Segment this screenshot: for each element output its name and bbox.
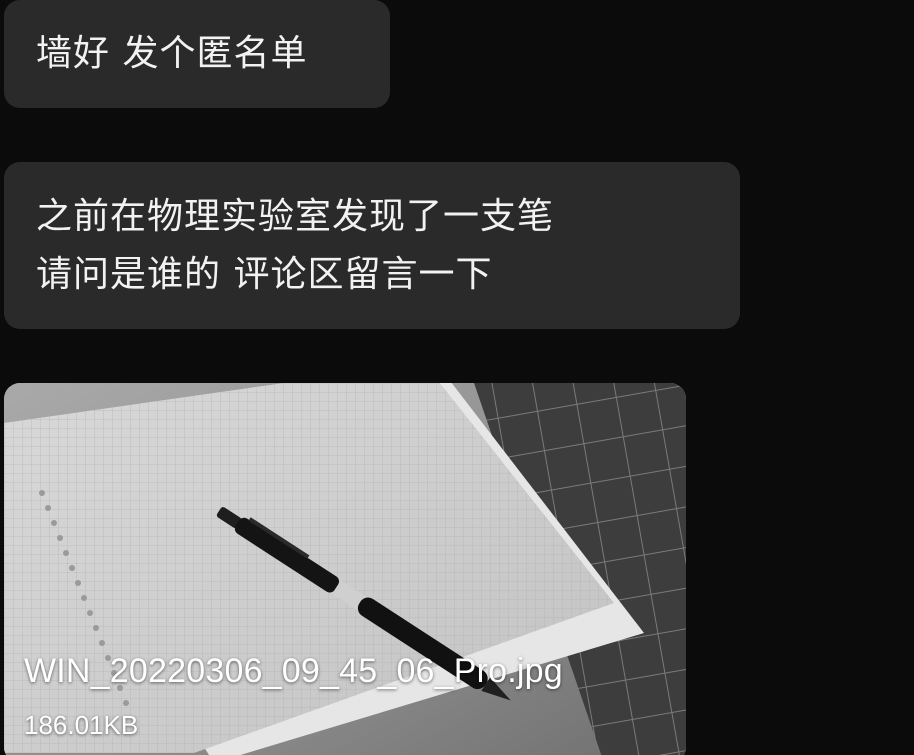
message-text: 请问是谁的 评论区留言一下 [36, 254, 493, 295]
photo-thumbnail [4, 383, 686, 755]
image-attachment[interactable]: WIN_20220306_09_45_06_Pro.jpg 186.01KB [4, 383, 686, 755]
message-bubble[interactable]: 墙好 发个匿名单 [4, 0, 390, 108]
message-text: 墙好 发个匿名单 [36, 33, 308, 74]
attachment-filename: WIN_20220306_09_45_06_Pro.jpg [24, 652, 563, 690]
message-bubble[interactable]: 之前在物理实验室发现了一支笔 请问是谁的 评论区留言一下 [4, 162, 740, 329]
message-text: 之前在物理实验室发现了一支笔 [36, 196, 555, 237]
chat-view: 墙好 发个匿名单 之前在物理实验室发现了一支笔 请问是谁的 评论区留言一下 WI… [0, 0, 914, 755]
attachment-size: 186.01KB [24, 710, 139, 740]
